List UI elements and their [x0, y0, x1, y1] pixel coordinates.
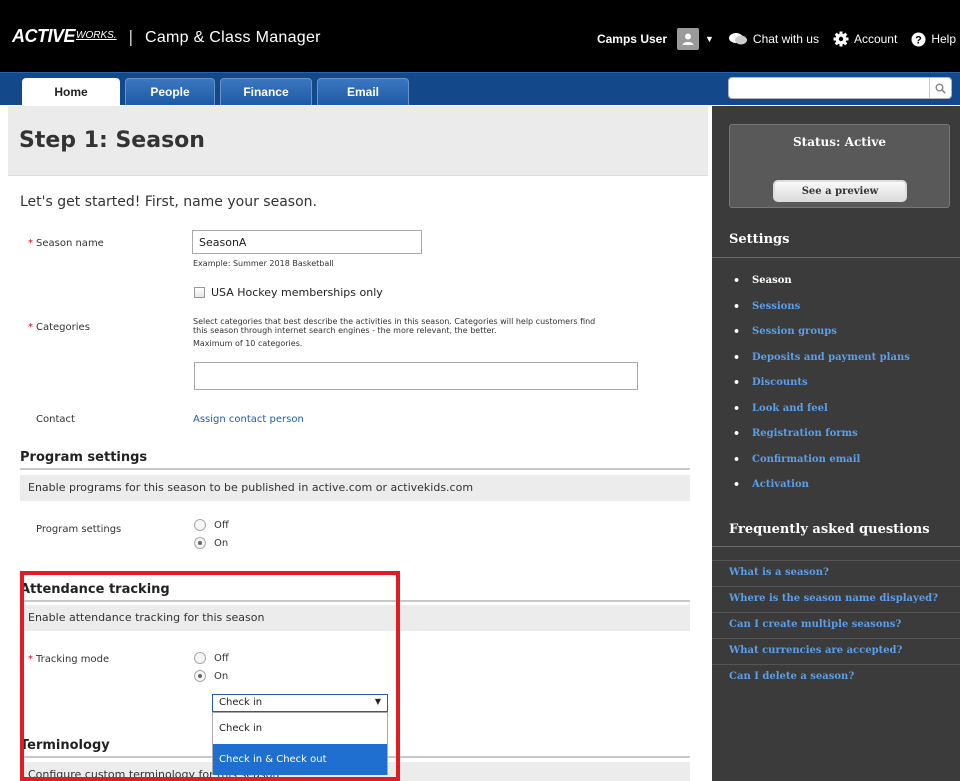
faq-item[interactable]: Can I create multiple seasons? [712, 612, 960, 638]
sidebar-item-activation[interactable]: Activation [712, 474, 960, 500]
program-off-label: Off [214, 519, 229, 531]
main-tabs: Home People Finance Email [22, 78, 414, 105]
sidebar-item-session-groups[interactable]: Session groups [712, 321, 960, 347]
chevron-down-icon[interactable]: ▼ [705, 34, 714, 44]
faq-list: What is a season? Where is the season na… [712, 560, 960, 690]
season-name-label: * Season name [28, 238, 104, 249]
main-content: Step 1: Season Let's get started! First,… [8, 106, 708, 781]
search-input[interactable] [728, 77, 952, 99]
program-settings-rule [20, 468, 690, 470]
sidebar: Status: Active See a preview Settings Se… [712, 106, 960, 781]
sidebar-item-season[interactable]: Season [712, 270, 960, 296]
contact-label: Contact [36, 414, 75, 425]
gear-icon [833, 31, 849, 47]
chat-label: Chat with us [752, 32, 819, 46]
faq-item[interactable]: What currencies are accepted? [712, 638, 960, 664]
categories-max-note: Maximum of 10 categories. [193, 339, 303, 348]
program-off-radio-row[interactable]: Off [194, 519, 229, 531]
svg-text:?: ? [915, 34, 922, 46]
program-off-radio[interactable] [194, 519, 206, 531]
tab-people[interactable]: People [125, 78, 215, 105]
user-icon[interactable] [677, 28, 699, 50]
chat-icon [728, 32, 748, 46]
tab-email[interactable]: Email [317, 78, 409, 105]
sidebar-item-registration-forms[interactable]: Registration forms [712, 423, 960, 449]
sidebar-item-look-and-feel[interactable]: Look and feel [712, 398, 960, 424]
account-link[interactable]: Account [833, 31, 897, 47]
top-right-controls: Camps User ▼ Chat with us Account ? Help [597, 27, 956, 51]
brand: ACTIVEWORKS. | Camp & Class Manager [12, 26, 321, 47]
chat-link[interactable]: Chat with us [728, 32, 819, 46]
program-on-radio-row[interactable]: On [194, 537, 228, 549]
nav-bar: Home People Finance Email [0, 72, 960, 105]
usa-hockey-checkbox[interactable] [194, 287, 205, 298]
activeworks-logo[interactable]: ACTIVE [12, 26, 76, 46]
program-on-label: On [214, 537, 229, 549]
required-marker: * [28, 322, 33, 333]
see-preview-button[interactable]: See a preview [773, 180, 907, 202]
season-name-input[interactable]: SeasonA [192, 230, 422, 254]
page-title: Step 1: Season [19, 128, 205, 153]
app-title: Camp & Class Manager [144, 29, 321, 46]
faq-item[interactable]: What is a season? [712, 560, 960, 586]
categories-input[interactable] [194, 362, 638, 390]
faq-rule [712, 546, 960, 547]
usa-hockey-label: USA Hockey memberships only [211, 286, 383, 299]
sidebar-item-confirmation-email[interactable]: Confirmation email [712, 449, 960, 475]
status-label: Status: Active [793, 135, 886, 149]
settings-rule [712, 257, 960, 258]
help-link[interactable]: ? Help [911, 32, 956, 47]
search-icon[interactable] [929, 78, 951, 98]
usa-hockey-checkbox-row[interactable]: USA Hockey memberships only [194, 286, 383, 299]
intro-text: Let's get started! First, name your seas… [20, 194, 317, 210]
settings-list: Season Sessions Session groups Deposits … [712, 270, 960, 500]
sidebar-item-sessions[interactable]: Sessions [712, 296, 960, 322]
activeworks-logo-sub: WORKS. [76, 30, 117, 41]
settings-heading: Settings [729, 232, 790, 247]
tab-home[interactable]: Home [22, 78, 120, 105]
assign-contact-link[interactable]: Assign contact person [193, 414, 304, 425]
help-icon: ? [911, 32, 926, 47]
top-bar: ACTIVEWORKS. | Camp & Class Manager Camp… [0, 0, 960, 72]
required-marker: * [28, 238, 33, 249]
program-settings-field-label: Program settings [36, 524, 122, 535]
sidebar-item-deposits[interactable]: Deposits and payment plans [712, 347, 960, 373]
categories-help-line2: this season through internet search engi… [193, 326, 497, 335]
annotation-highlight-box [20, 571, 400, 781]
status-box: Status: Active See a preview [729, 124, 950, 208]
season-name-example: Example: Summer 2018 Basketball [193, 259, 334, 268]
sidebar-item-discounts[interactable]: Discounts [712, 372, 960, 398]
faq-item[interactable]: Can I delete a season? [712, 664, 960, 690]
user-name[interactable]: Camps User [597, 32, 667, 46]
tab-finance[interactable]: Finance [220, 78, 312, 105]
account-label: Account [853, 32, 898, 46]
brand-separator: | [128, 27, 134, 46]
program-settings-title: Program settings [20, 450, 148, 465]
categories-label: * Categories [28, 322, 90, 333]
categories-label-text: Categories [36, 322, 90, 333]
faq-item[interactable]: Where is the season name displayed? [712, 586, 960, 612]
faq-heading: Frequently asked questions [729, 522, 930, 537]
program-settings-description: Enable programs for this season to be pu… [20, 475, 690, 501]
program-on-radio[interactable] [194, 537, 206, 549]
help-label: Help [931, 32, 956, 46]
season-name-label-text: Season name [36, 238, 104, 249]
